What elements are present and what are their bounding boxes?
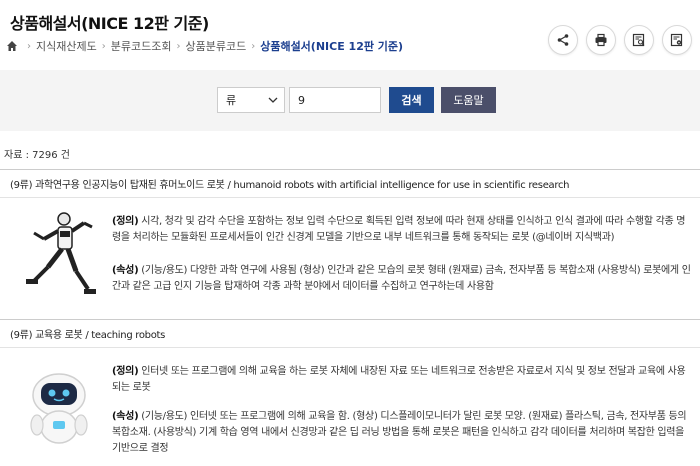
list-item: (정의) 인터넷 또는 프로그램에 의해 교육을 하는 로봇 자체에 내장된 자… — [0, 349, 700, 466]
breadcrumb-item-ip-system[interactable]: 지식재산제도 — [36, 38, 97, 54]
breadcrumb: › 지식재산제도 › 분류코드조회 › 상품분류코드 › 상품해설서(NICE … — [6, 38, 403, 54]
breadcrumb-item-class-code[interactable]: 분류코드조회 — [111, 38, 172, 54]
class-label: (9류) — [10, 180, 33, 191]
class-label: (9류) — [10, 330, 33, 341]
search-type-select[interactable]: 류 — [217, 87, 285, 113]
definition-content: 인터넷 또는 프로그램에 의해 교육을 하는 로봇 자체에 내장된 자료 또는 … — [112, 366, 686, 393]
humanoid-robot-image — [22, 207, 102, 310]
document-search-icon — [632, 33, 645, 47]
help-button[interactable]: 도움말 — [441, 87, 496, 113]
definition-content: 시각, 청각 및 감각 수단을 포함하는 정보 입력 수단으로 획득된 입력 정… — [112, 216, 686, 243]
share-icon — [557, 34, 569, 46]
list-item-header[interactable]: (9류) 교육용 로봇 / teaching robots — [0, 319, 700, 348]
attribute-label: (속성) — [112, 411, 139, 422]
view-settings-button[interactable] — [662, 25, 692, 55]
breadcrumb-separator: › — [251, 40, 256, 52]
toolbar — [548, 25, 692, 55]
item-title: 과학연구용 인공지능이 탑재된 휴머노이드 로봇 / humanoid robo… — [35, 180, 570, 191]
result-count: 자료 : 7296 건 — [4, 150, 70, 161]
view-document-button[interactable] — [624, 25, 654, 55]
attribute-text: (속성) (기능/용도) 다양한 과학 연구에 사용됨 (형상) 인간과 같은 … — [112, 263, 692, 295]
list-item-header[interactable]: (9류) 과학연구용 인공지능이 탑재된 휴머노이드 로봇 / humanoid… — [0, 169, 700, 198]
print-button[interactable] — [586, 25, 616, 55]
document-settings-icon — [670, 33, 683, 47]
breadcrumb-separator: › — [101, 40, 106, 52]
attribute-text: (속성) (기능/용도) 인터넷 또는 프로그램에 의해 교육을 함. (형상)… — [112, 409, 692, 457]
list-item: (정의) 시각, 청각 및 감각 수단을 포함하는 정보 입력 수단으로 획득된… — [0, 199, 700, 317]
definition-label: (정의) — [112, 366, 139, 377]
attribute-content: (기능/용도) 인터넷 또는 프로그램에 의해 교육을 함. (형상) 디스플레… — [112, 411, 687, 454]
breadcrumb-separator: › — [27, 40, 31, 52]
breadcrumb-separator: › — [176, 40, 181, 52]
definition-text: (정의) 인터넷 또는 프로그램에 의해 교육을 하는 로봇 자체에 내장된 자… — [112, 364, 692, 396]
attribute-label: (속성) — [112, 265, 139, 276]
search-input[interactable]: 9 — [289, 87, 381, 113]
definition-label: (정의) — [112, 216, 139, 227]
search-button[interactable]: 검색 — [389, 87, 434, 113]
print-icon — [595, 33, 607, 47]
page-title: 상품해설서(NICE 12판 기준) — [10, 14, 209, 33]
attribute-content: (기능/용도) 다양한 과학 연구에 사용됨 (형상) 인간과 같은 모습의 로… — [112, 265, 691, 292]
share-button[interactable] — [548, 25, 578, 55]
search-panel: 류 9 검색 도움말 — [0, 70, 700, 131]
home-icon[interactable] — [6, 40, 18, 52]
breadcrumb-current: 상품해설서(NICE 12판 기준) — [260, 40, 404, 53]
breadcrumb-item-goods-code[interactable]: 상품분류코드 — [185, 38, 246, 54]
teaching-robot-image — [24, 369, 94, 452]
chevron-down-icon — [268, 97, 278, 103]
definition-text: (정의) 시각, 청각 및 감각 수단을 포함하는 정보 입력 수단으로 획득된… — [112, 214, 692, 246]
item-title: 교육용 로봇 / teaching robots — [35, 330, 166, 341]
page-header: 상품해설서(NICE 12판 기준) › 지식재산제도 › 분류코드조회 › 상… — [0, 0, 700, 66]
search-type-value: 류 — [226, 94, 237, 107]
